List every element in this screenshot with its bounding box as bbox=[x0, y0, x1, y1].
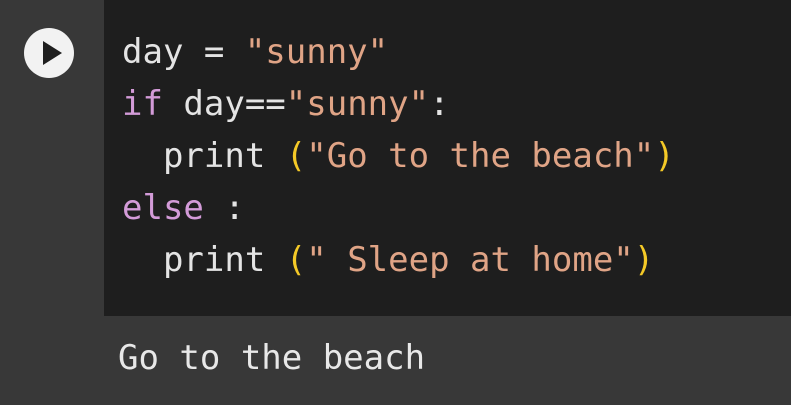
code-token-plain: day = bbox=[122, 32, 245, 72]
code-token-string: "Go to the beach" bbox=[306, 136, 655, 176]
code-line: print (" Sleep at home") bbox=[122, 234, 675, 286]
code-token-plain: : bbox=[203, 188, 245, 228]
code-token-paren: ) bbox=[633, 240, 655, 280]
code-line: else : bbox=[122, 182, 675, 234]
play-icon bbox=[43, 41, 62, 65]
code-token-keyword: if bbox=[122, 84, 163, 124]
code-token-paren: ) bbox=[654, 136, 675, 176]
run-cell-button[interactable] bbox=[24, 28, 74, 78]
code-token-keyword: else bbox=[122, 188, 204, 228]
code-token-plain: : bbox=[429, 84, 450, 124]
code-cell: day = "sunny" if day=="sunny": print ("Go… bbox=[0, 0, 791, 316]
code-token-plain: print bbox=[122, 240, 286, 280]
code-token-string: " Sleep at home" bbox=[306, 240, 634, 280]
code-text[interactable]: day = "sunny" if day=="sunny": print ("Go… bbox=[122, 26, 675, 286]
code-token-plain: day== bbox=[162, 84, 286, 124]
code-token-string: "sunny" bbox=[244, 32, 389, 72]
code-token-plain: print bbox=[122, 136, 286, 176]
code-line: print ("Go to the beach") bbox=[122, 130, 675, 182]
code-token-paren: ( bbox=[285, 136, 307, 176]
cell-gutter bbox=[0, 0, 104, 316]
output-text: Go to the beach bbox=[118, 338, 426, 378]
code-token-paren: ( bbox=[285, 240, 307, 280]
code-editor[interactable]: day = "sunny" if day=="sunny": print ("Go… bbox=[104, 0, 791, 316]
code-line: day = "sunny" bbox=[122, 26, 675, 78]
code-token-string: "sunny" bbox=[285, 84, 430, 124]
code-line: if day=="sunny": bbox=[122, 78, 675, 130]
cell-output: Go to the beach bbox=[0, 316, 791, 405]
